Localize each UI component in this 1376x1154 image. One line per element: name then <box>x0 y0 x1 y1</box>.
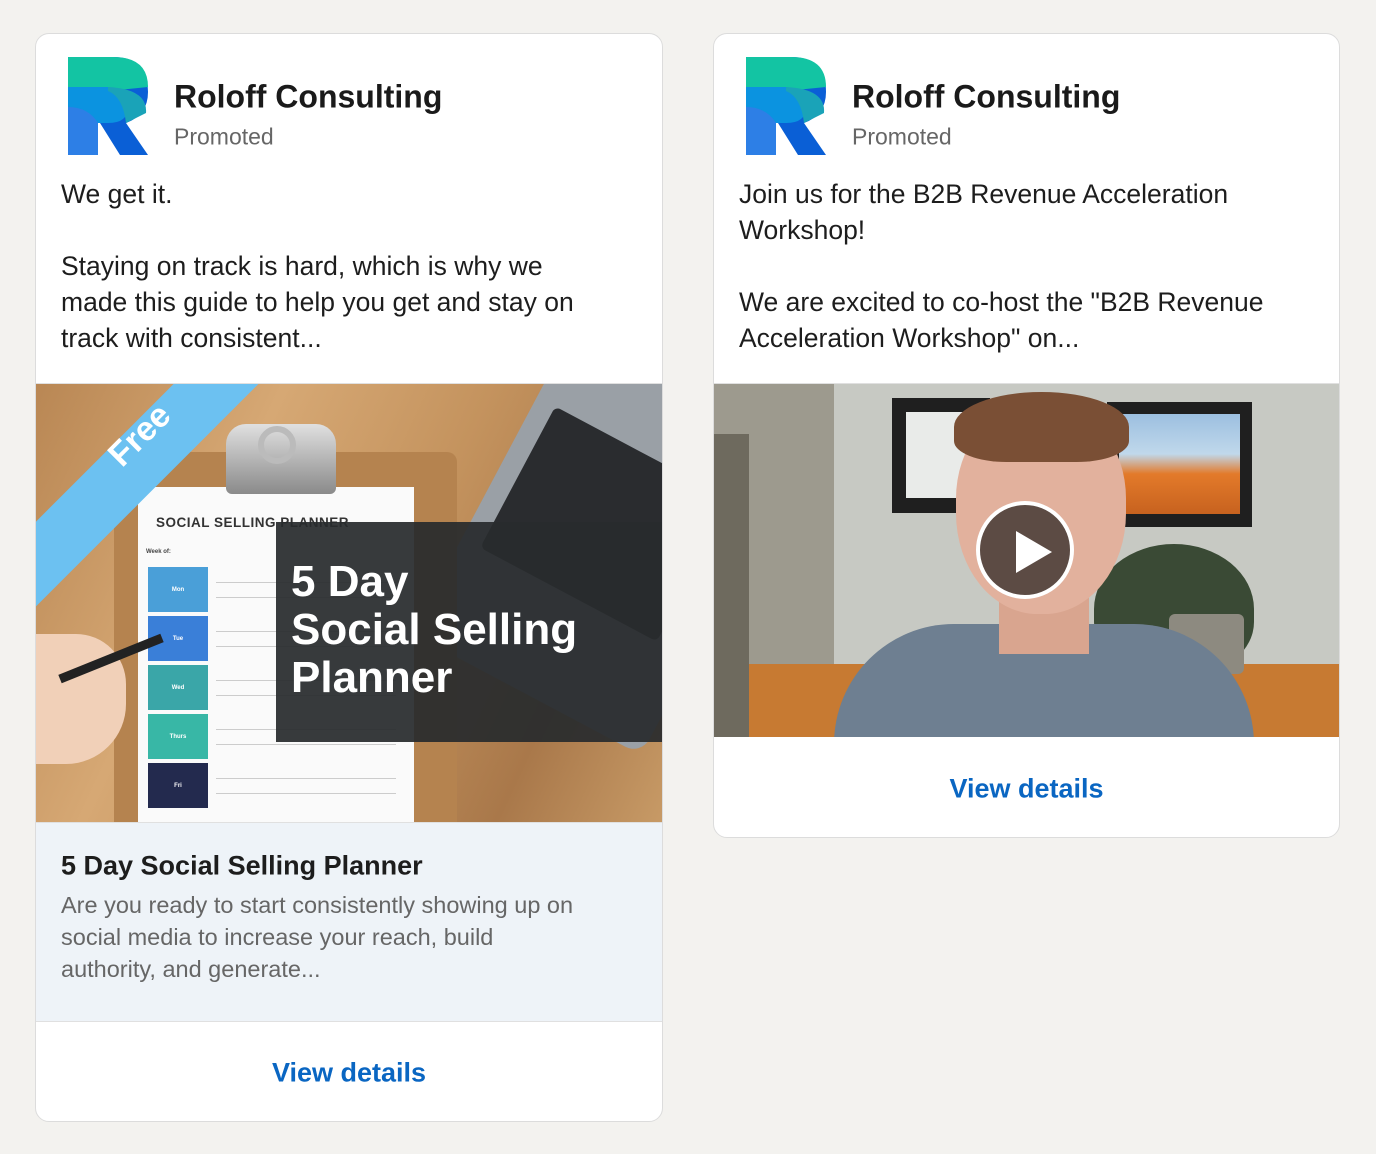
link-description: Are you ready to start consistently show… <box>61 889 573 985</box>
card-header: Roloff Consulting Promoted <box>68 57 628 157</box>
card-header: Roloff Consulting Promoted <box>746 57 1306 157</box>
view-details-button[interactable]: View details <box>272 1058 426 1089</box>
post-line: Join us for the B2B Revenue Acceleration <box>739 179 1229 209</box>
person-hair-graphic <box>954 392 1129 462</box>
ad-image[interactable]: SOCIAL SELLING PLANNER Week of: Mon Tue … <box>36 383 662 822</box>
ad-video[interactable] <box>714 383 1339 737</box>
ad-card-workshop: Roloff Consulting Promoted Join us for t… <box>713 33 1340 838</box>
day-thurs: Thurs <box>148 714 208 759</box>
post-line: track with consistent... <box>61 323 322 353</box>
post-line: made this guide to help you get and stay… <box>61 287 574 317</box>
post-line: We get it. <box>61 179 173 209</box>
day-mon: Mon <box>148 567 208 612</box>
wall-frame-art <box>1119 414 1240 514</box>
roloff-logo-icon[interactable] <box>746 57 826 155</box>
day-wed: Wed <box>148 665 208 710</box>
post-body: We get it. Staying on track is hard, whi… <box>61 176 574 356</box>
card-footer: View details <box>714 737 1339 837</box>
link-preview[interactable]: 5 Day Social Selling Planner Are you rea… <box>36 822 662 1021</box>
card-footer: View details <box>36 1021 662 1121</box>
link-desc-line: Are you ready to start consistently show… <box>61 892 574 918</box>
overlay-title: 5 Day Social Selling Planner <box>291 558 577 702</box>
paper-week: Week of: <box>146 549 171 555</box>
view-details-button[interactable]: View details <box>949 774 1103 805</box>
post-line: Acceleration Workshop" on... <box>739 323 1080 353</box>
clip-ring-graphic <box>258 426 296 464</box>
roloff-logo-icon[interactable] <box>68 57 148 155</box>
post-line: Workshop! <box>739 215 866 245</box>
ad-card-planner: Roloff Consulting Promoted We get it. St… <box>35 33 663 1122</box>
overlay-line: Social Selling <box>291 605 578 654</box>
promoted-label: Promoted <box>852 123 952 150</box>
door-graphic <box>714 434 749 737</box>
post-line: We are excited to co-host the "B2B Reven… <box>739 287 1264 317</box>
image-overlay: 5 Day Social Selling Planner <box>276 522 662 742</box>
overlay-line: 5 Day <box>291 557 409 606</box>
post-line: Staying on track is hard, which is why w… <box>61 251 543 281</box>
day-fri: Fri <box>148 763 208 808</box>
link-desc-line: authority, and generate... <box>61 956 321 982</box>
company-name[interactable]: Roloff Consulting <box>852 79 1120 116</box>
overlay-line: Planner <box>291 653 453 702</box>
link-title[interactable]: 5 Day Social Selling Planner <box>61 851 423 882</box>
play-icon[interactable] <box>976 501 1074 599</box>
promoted-label: Promoted <box>174 123 274 150</box>
company-name[interactable]: Roloff Consulting <box>174 79 442 116</box>
link-desc-line: social media to increase your reach, bui… <box>61 924 494 950</box>
post-body: Join us for the B2B Revenue Acceleration… <box>739 176 1264 356</box>
play-triangle <box>1016 531 1052 573</box>
